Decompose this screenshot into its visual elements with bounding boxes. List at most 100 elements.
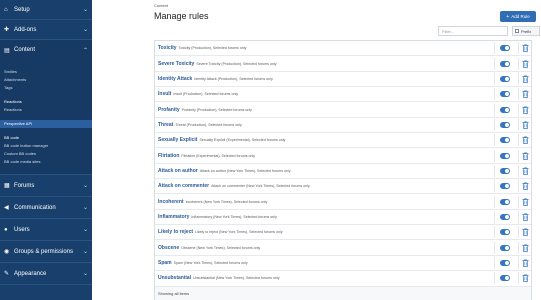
rule-row: Identity Attack Identity Attack (Producti… [155, 71, 531, 88]
nav-forums[interactable]: ▦ Forums ⌄ [0, 175, 92, 197]
rule-enabled-toggle[interactable] [500, 244, 510, 251]
rule-name-link[interactable]: Inflammatory [158, 214, 189, 220]
rule-row: Threat Threat (Production), Selected foru… [155, 117, 531, 134]
delete-icon[interactable] [519, 117, 531, 132]
rule-name-link[interactable]: Toxicity [158, 45, 177, 51]
delete-icon[interactable] [519, 102, 531, 117]
delete-icon[interactable] [519, 87, 531, 102]
nav-setup[interactable]: ⌂ Setup ⌄ [0, 0, 92, 20]
nav-addons[interactable]: ✚ Add-ons ⌄ [0, 20, 92, 40]
nav-appearance-label: Appearance [14, 270, 47, 277]
rule-enabled-toggle[interactable] [500, 275, 510, 282]
brush-icon: ✎ [4, 271, 10, 277]
rule-row: Incoherent Incoherent (New York Times), S… [155, 194, 531, 210]
rule-enabled-toggle[interactable] [500, 213, 510, 220]
rule-row: Likely to reject Likely to reject (New Yo… [155, 225, 531, 241]
sidebar-item-custom-bbcodes[interactable]: Custom BB codes [0, 150, 92, 158]
rule-name-link[interactable]: Insult [158, 91, 171, 97]
sidebar-item-perspective-api[interactable]: Perspective API [0, 120, 92, 128]
chevron-down-icon: ⌄ [82, 249, 88, 255]
rule-enabled-toggle[interactable] [500, 106, 510, 113]
nav-communication[interactable]: ◀ Communication ⌄ [0, 197, 92, 219]
chevron-down-icon: ⌄ [82, 7, 88, 13]
delete-icon[interactable] [519, 41, 531, 56]
rule-description: Flirtation (Experimental), Selected foru… [181, 153, 256, 158]
rule-name-link[interactable]: Identity Attack [158, 76, 192, 82]
rule-description: Incoherent (New York Times), Selected fo… [185, 199, 268, 204]
rule-description: Unsubstantial (New York Times), Selected… [193, 276, 280, 281]
rule-enabled-toggle[interactable] [500, 45, 510, 52]
prefix-checkbox[interactable] [515, 29, 519, 33]
rule-enabled-toggle[interactable] [500, 167, 510, 174]
chevron-down-icon: ⌄ [82, 183, 88, 189]
rule-enabled-toggle[interactable] [500, 229, 510, 236]
nav-groups-permissions[interactable]: ◉ Groups & permissions ⌄ [0, 241, 92, 263]
rule-name-link[interactable]: Attack on author [158, 168, 198, 174]
content-submenu: Smilies Attachments Tags Reactions React… [0, 60, 92, 174]
rule-description: Toxicity (Production), Selected forums o… [178, 46, 247, 51]
rule-enabled-toggle[interactable] [500, 152, 510, 159]
rule-description: Severe Toxicity (Production), Selected f… [196, 61, 277, 66]
rule-row: Spam Spam (New York Times), Selected foru… [155, 255, 531, 272]
divider [494, 256, 495, 269]
sidebar-item-attachments[interactable]: Attachments [0, 76, 92, 84]
sidebar-item-bbcode-button-manager[interactable]: BB code button manager [0, 142, 92, 150]
nav-appearance[interactable]: ✎ Appearance ⌄ [0, 263, 92, 285]
rule-name-link[interactable]: Incoherent [158, 199, 184, 205]
nav-content[interactable]: ▤ Content ⌃ [0, 40, 92, 60]
rule-enabled-toggle[interactable] [500, 91, 510, 98]
delete-icon[interactable] [519, 163, 531, 178]
rule-enabled-toggle[interactable] [500, 75, 510, 82]
delete-icon[interactable] [519, 271, 531, 286]
rule-name-link[interactable]: Unsubstantial [158, 275, 191, 281]
add-rule-button[interactable]: + Add Rule [500, 11, 536, 22]
rule-enabled-toggle[interactable] [500, 121, 510, 128]
rule-description: Attack on author (New York Times), Selec… [199, 168, 291, 173]
rule-enabled-toggle[interactable] [500, 259, 510, 266]
forums-icon: ▦ [4, 183, 10, 189]
sidebar-item-bbcode-media-sites[interactable]: BB code media sites [0, 158, 92, 166]
rule-description: Sexually Explicit (Experimental), Select… [199, 138, 286, 143]
rule-name-link[interactable]: Likely to reject [158, 229, 193, 235]
rule-description: Threat (Production), Selected forums onl… [175, 122, 242, 127]
delete-icon[interactable] [519, 194, 531, 209]
delete-icon[interactable] [519, 71, 531, 86]
delete-icon[interactable] [519, 56, 531, 71]
rule-enabled-toggle[interactable] [500, 183, 510, 190]
breadcrumb[interactable]: Content [154, 3, 168, 8]
document-icon: ▤ [4, 47, 10, 54]
sidebar-item-smilies[interactable]: Smilies [0, 68, 92, 76]
rule-enabled-toggle[interactable] [500, 60, 510, 67]
delete-icon[interactable] [519, 255, 531, 270]
rule-name-link[interactable]: Attack on commenter [158, 183, 209, 189]
rule-name-link[interactable]: Sexually Explicit [158, 137, 197, 143]
chevron-up-icon: ⌃ [82, 47, 88, 54]
rule-name-link[interactable]: Obscene [158, 245, 179, 251]
rule-name-link[interactable]: Spam [158, 260, 172, 266]
nav-users[interactable]: ● Users ⌄ [0, 219, 92, 241]
prefix-label: Prefix [521, 28, 532, 34]
rule-description: Profanity (Production), Selected forums … [181, 107, 252, 112]
delete-icon[interactable] [519, 179, 531, 194]
sidebar-item-tags[interactable]: Tags [0, 84, 92, 92]
rule-name-link[interactable]: Profanity [158, 107, 180, 113]
prefix-toggle[interactable]: Prefix [512, 26, 540, 36]
rule-name-link[interactable]: Threat [158, 122, 173, 128]
divider [494, 272, 495, 285]
delete-icon[interactable] [519, 209, 531, 224]
delete-icon[interactable] [519, 148, 531, 163]
divider [494, 180, 495, 193]
rule-description: Attack on commenter (New York Times), Se… [211, 184, 310, 189]
rule-name-link[interactable]: Severe Toxicity [158, 61, 194, 67]
delete-icon[interactable] [519, 240, 531, 255]
rule-name-link[interactable]: Flirtation [158, 153, 179, 159]
sidebar-item-reactions[interactable]: Reactions [0, 106, 92, 114]
filter-input[interactable]: Filter... [438, 26, 508, 36]
home-icon: ⌂ [4, 6, 8, 13]
rule-enabled-toggle[interactable] [500, 198, 510, 205]
delete-icon[interactable] [519, 133, 531, 148]
nav-users-label: Users [14, 226, 30, 233]
delete-icon[interactable] [519, 225, 531, 240]
nav-content-open: ▤ Content ⌃ Smilies Attachments Tags Rea… [0, 40, 92, 175]
rule-enabled-toggle[interactable] [500, 137, 510, 144]
